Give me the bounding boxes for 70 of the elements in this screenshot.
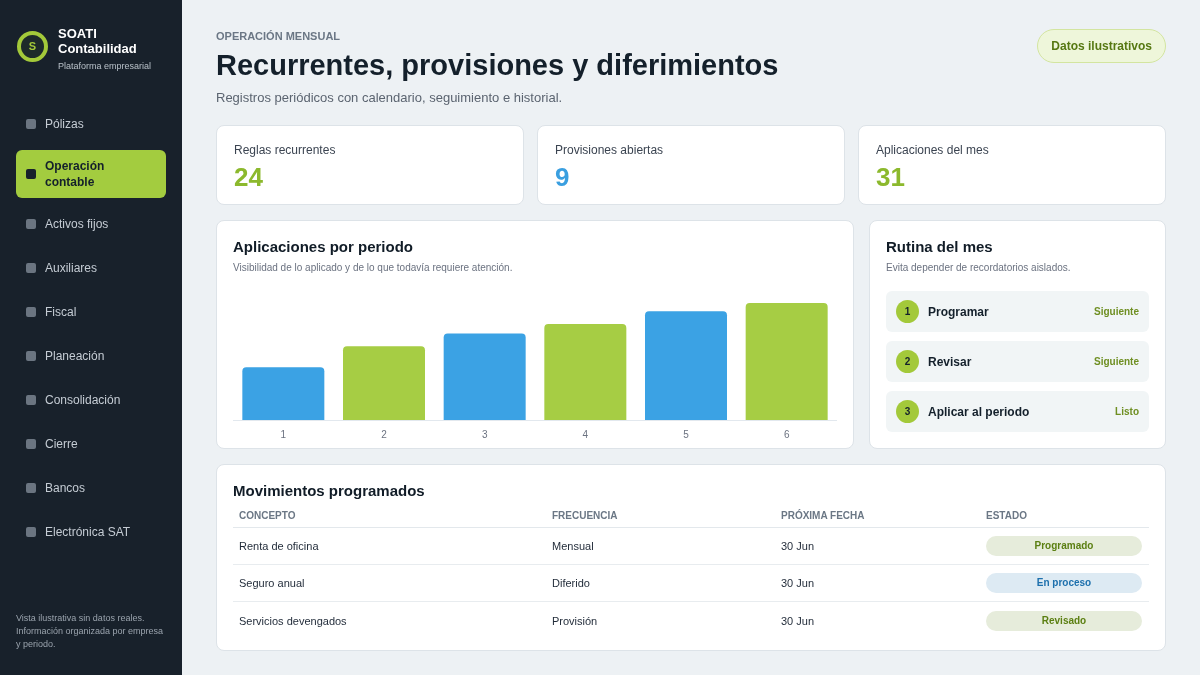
table-cell-text: Servicios devengados bbox=[238, 613, 347, 628]
table-cell-text: Renta de oficina bbox=[238, 539, 319, 553]
step-number: 1 bbox=[896, 300, 919, 323]
brand-tagline: Plataforma empresarial bbox=[58, 61, 153, 72]
nav-item[interactable]: Auxiliares bbox=[16, 250, 166, 286]
axis-label: 2 bbox=[381, 428, 387, 442]
bullet-icon bbox=[26, 439, 36, 449]
card-title: Rutina del mes bbox=[886, 237, 994, 257]
bullet-icon bbox=[26, 169, 36, 179]
bullet-icon bbox=[26, 351, 36, 361]
bullet-icon bbox=[26, 263, 36, 273]
status-badge: Revisado bbox=[986, 610, 1142, 631]
step-status: Siguiente bbox=[1094, 354, 1139, 369]
step-number: 2 bbox=[896, 350, 919, 373]
column-header: CONCEPTO bbox=[238, 509, 296, 522]
column-header: PRÓXIMA FECHA bbox=[780, 509, 865, 522]
bullet-icon bbox=[26, 395, 36, 405]
nav-item[interactable]: Fiscal bbox=[16, 294, 166, 330]
card-subtitle: Visibilidad de lo aplicado y de lo que todavía requiere atención. bbox=[233, 261, 514, 275]
bullet-icon bbox=[26, 527, 36, 537]
step-status: Siguiente bbox=[1094, 304, 1139, 319]
brand-name: SOATI Contabilidad bbox=[58, 26, 138, 56]
step-number: 3 bbox=[896, 400, 919, 423]
nav-item[interactable]: Electrónica SAT bbox=[16, 514, 166, 550]
table-cell-text: Diferido bbox=[551, 576, 590, 590]
stat-value: 31 bbox=[876, 162, 906, 192]
info-badge: Datos ilustrativos bbox=[1037, 29, 1166, 63]
stat-value: 9 bbox=[555, 162, 571, 192]
step-status: Listo bbox=[1115, 404, 1139, 419]
axis-label: 6 bbox=[783, 428, 790, 442]
card-title: Aplicaciones por periodo bbox=[233, 237, 415, 257]
table-cell-text: 30 Jun bbox=[780, 576, 815, 590]
table-cell-text: 30 Jun bbox=[780, 539, 815, 553]
step-label: Revisar bbox=[928, 353, 972, 370]
table-cell-text: Provisión bbox=[551, 613, 598, 628]
stat-label: Aplicaciones del mes bbox=[876, 143, 990, 157]
status-badge: En proceso bbox=[986, 573, 1142, 593]
stat-value: 24 bbox=[234, 162, 264, 192]
table-cell-text: Seguro anual bbox=[238, 576, 305, 590]
step-label: Aplicar al periodo bbox=[928, 403, 1030, 420]
bullet-icon bbox=[26, 119, 36, 129]
axis-label: 1 bbox=[280, 428, 287, 442]
table-cell-text: Mensual bbox=[551, 539, 594, 553]
nav-item[interactable]: Planeación bbox=[16, 338, 166, 374]
footer-note: Vista ilustrativa sin datos reales. Información organizada por empresa y periodo. bbox=[15, 612, 165, 651]
nav-item[interactable]: Bancos bbox=[16, 470, 166, 506]
axis-label: 5 bbox=[683, 428, 689, 442]
stat-label: Provisiones abiertas bbox=[555, 143, 665, 157]
column-header: FRECUENCIA bbox=[551, 509, 618, 522]
table-cell-text: 30 Jun bbox=[780, 613, 815, 628]
card-title: Movimientos programados bbox=[233, 481, 426, 501]
bullet-icon bbox=[26, 483, 36, 493]
card-subtitle: Evita depender de recordatorios aislados. bbox=[886, 261, 1072, 275]
brand-logo: S bbox=[17, 31, 48, 62]
stat-label: Reglas recurrentes bbox=[234, 143, 337, 157]
nav-item[interactable]: Consolidación bbox=[16, 382, 166, 418]
nav-item[interactable]: Pólizas bbox=[16, 106, 166, 142]
axis-label: 4 bbox=[582, 428, 589, 442]
status-badge: Programado bbox=[986, 536, 1142, 556]
page-title: Recurrentes, provisiones y diferimientos bbox=[216, 48, 779, 83]
bullet-icon bbox=[26, 307, 36, 317]
nav-item[interactable]: Operación contable bbox=[16, 150, 166, 198]
column-header: ESTADO bbox=[985, 509, 1027, 522]
bullet-icon bbox=[26, 219, 36, 229]
axis-label: 3 bbox=[481, 428, 488, 442]
step-label: Programar bbox=[928, 303, 989, 320]
eyebrow-label: OPERACIÓN MENSUAL bbox=[216, 29, 342, 43]
nav-item[interactable]: Activos fijos bbox=[16, 206, 166, 242]
nav-item[interactable]: Cierre bbox=[16, 426, 166, 462]
page-subtitle: Registros periódicos con calendario, seguimiento e historial. bbox=[216, 89, 564, 107]
